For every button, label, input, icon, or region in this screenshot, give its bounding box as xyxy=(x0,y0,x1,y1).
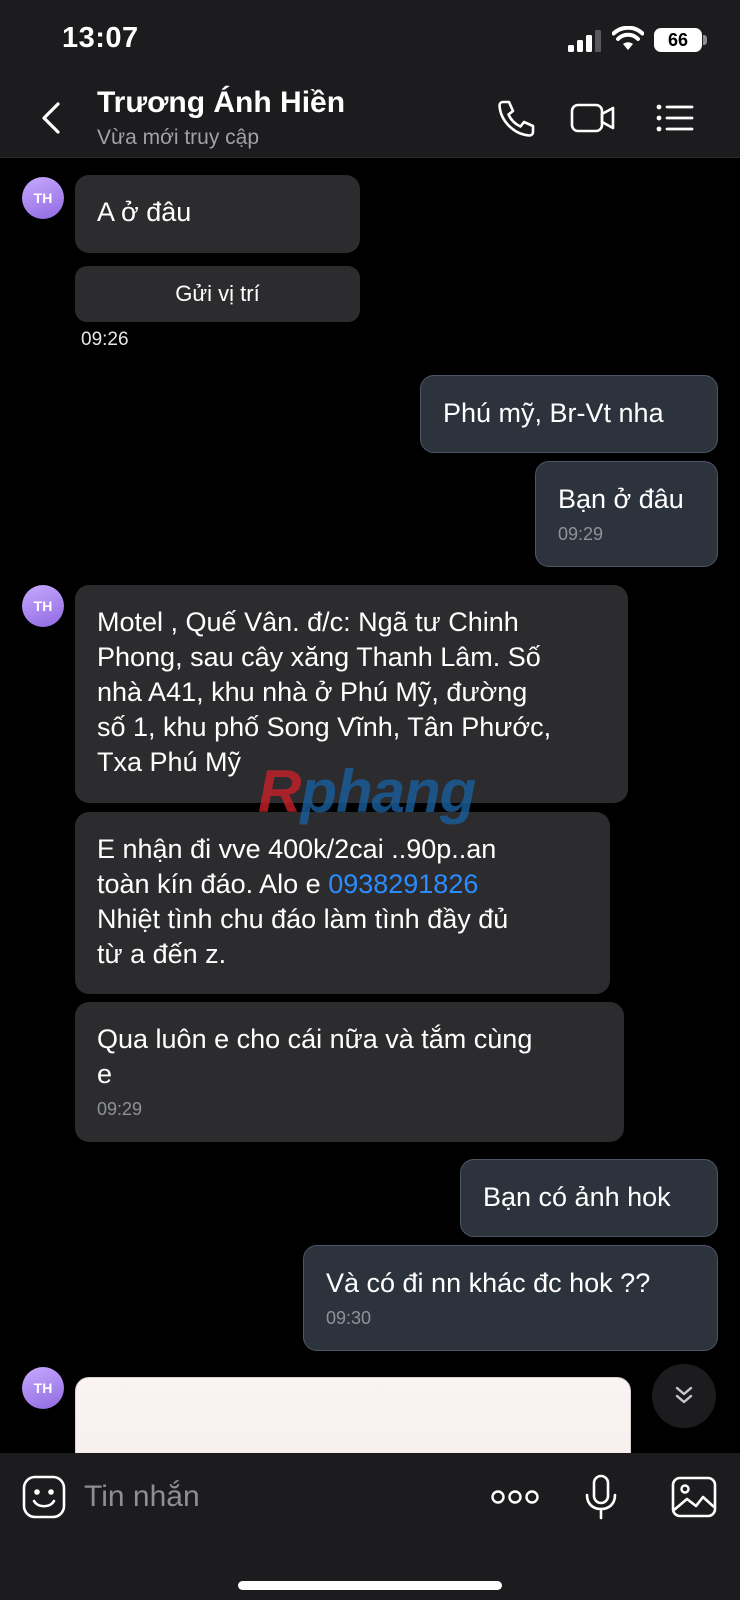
message-bubble-incoming[interactable]: E nhận đi vve 400k/2cai ..90p..an toàn k… xyxy=(75,812,610,994)
message-text-part: Nhiệt tình chu đáo làm tình đầy đủ từ a … xyxy=(97,904,509,969)
cellular-signal-icon xyxy=(568,30,601,52)
phone-icon[interactable] xyxy=(493,96,539,140)
message-list[interactable]: TH A ở đâu Gửi vị trí 09:26 Phú mỹ, Br-V… xyxy=(0,159,740,1453)
microphone-icon[interactable] xyxy=(577,1473,625,1521)
message-bubble-outgoing[interactable]: Bạn có ảnh hok xyxy=(460,1159,718,1237)
message-time: 09:29 xyxy=(558,524,604,544)
message-text: Motel , Quế Vân. đ/c: Ngã tư Chinh Phong… xyxy=(97,607,552,777)
message-text: Qua luôn e cho cái nữa và tắm cùng e xyxy=(97,1024,533,1089)
battery-cap xyxy=(703,35,707,45)
chat-header: Trương Ánh Hiền Vừa mới truy cập xyxy=(0,82,740,158)
message-text: Bạn ở đâu xyxy=(558,484,684,514)
message-bubble-incoming[interactable]: Motel , Quế Vân. đ/c: Ngã tư Chinh Phong… xyxy=(75,585,628,803)
avatar[interactable]: TH xyxy=(22,177,64,219)
scroll-to-bottom-button[interactable] xyxy=(652,1364,716,1428)
phone-number-link[interactable]: 0938291826 xyxy=(328,869,478,899)
gallery-icon[interactable] xyxy=(670,1473,718,1521)
avatar[interactable]: TH xyxy=(22,585,64,627)
message-bubble-incoming[interactable]: A ở đâu xyxy=(75,175,360,253)
back-icon[interactable] xyxy=(34,96,70,140)
battery-level: 66 xyxy=(667,29,689,50)
message-time: 09:30 xyxy=(326,1308,372,1328)
menu-list-icon[interactable] xyxy=(652,96,698,140)
message-bubble-incoming[interactable]: Qua luôn e cho cái nữa và tắm cùng e 09:… xyxy=(75,1002,624,1142)
double-chevron-down-icon xyxy=(675,1386,693,1404)
contact-status: Vừa mới truy cập xyxy=(97,126,260,149)
message-text: E nhận đi vve 400k/2cai ..90p..an toàn k… xyxy=(97,832,588,972)
avatar[interactable]: TH xyxy=(22,1367,64,1409)
message-text: Phú mỹ, Br-Vt nha xyxy=(443,398,664,428)
battery-indicator: 66 xyxy=(654,28,702,52)
message-text: A ở đâu xyxy=(97,197,192,227)
sticker-icon[interactable] xyxy=(20,1473,68,1521)
more-options-icon[interactable] xyxy=(490,1473,540,1521)
message-time: 09:26 xyxy=(81,329,129,350)
message-bubble-outgoing[interactable]: Phú mỹ, Br-Vt nha xyxy=(420,375,718,453)
message-bubble-outgoing[interactable]: Và có đi nn khác đc hok ?? 09:30 xyxy=(303,1245,718,1351)
message-text: Bạn có ảnh hok xyxy=(483,1182,671,1212)
status-bar: 13:07 66 xyxy=(0,0,740,82)
message-input-bar xyxy=(0,1453,740,1600)
message-time: 09:29 xyxy=(97,1099,143,1119)
send-location-label: Gửi vị trí xyxy=(175,281,260,306)
contact-name[interactable]: Trương Ánh Hiền xyxy=(97,86,345,120)
send-location-button[interactable]: Gửi vị trí xyxy=(75,266,360,322)
wifi-icon xyxy=(612,26,644,50)
video-call-icon[interactable] xyxy=(570,96,616,140)
message-bubble-outgoing[interactable]: Bạn ở đâu 09:29 xyxy=(535,461,718,567)
status-time: 13:07 xyxy=(62,22,139,54)
home-indicator[interactable] xyxy=(238,1581,502,1590)
message-input[interactable] xyxy=(84,1475,464,1519)
message-text: Và có đi nn khác đc hok ?? xyxy=(326,1268,651,1298)
image-message[interactable] xyxy=(75,1377,631,1453)
